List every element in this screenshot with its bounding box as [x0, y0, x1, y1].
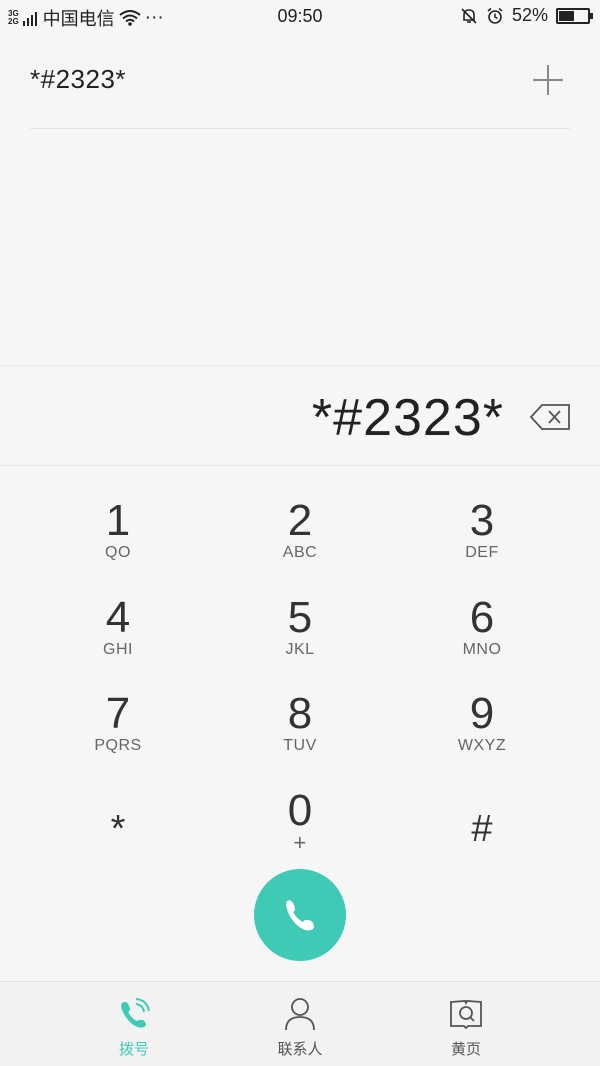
key-4[interactable]: 4 GHI	[28, 595, 208, 691]
phone-call-icon	[121, 998, 150, 1028]
key-digit: 9	[469, 689, 495, 738]
matched-number[interactable]: *#2323*	[30, 64, 126, 95]
key-7[interactable]: 7 PQRS	[28, 691, 208, 787]
nav-label-yellow-pages: 黄页	[450, 1041, 481, 1058]
book-search-icon	[450, 1000, 482, 1030]
key-8[interactable]: 8 TUV	[210, 691, 390, 787]
call-button[interactable]	[254, 869, 346, 961]
status-bar: 3G 2G 中国电信 ··· 09:50 52%	[0, 0, 600, 34]
key-letters: PQRS	[94, 737, 142, 754]
key-digit: 1	[105, 496, 131, 545]
key-digit: 4	[105, 593, 131, 642]
battery-level	[559, 10, 574, 21]
phone-icon	[286, 900, 314, 931]
dial-panel: *#2323*	[0, 365, 600, 465]
key-digit: 6	[469, 593, 495, 642]
key-digit: 5	[287, 593, 313, 642]
key-9[interactable]: 9 WXYZ	[392, 691, 572, 787]
header-divider	[30, 128, 570, 129]
key-star[interactable]: *	[28, 784, 208, 880]
mute-bell-icon	[461, 7, 477, 24]
status-right: 52%	[460, 5, 593, 26]
battery-percent: 52%	[511, 5, 548, 25]
backspace-icon	[529, 404, 570, 430]
key-digit: 3	[469, 496, 495, 545]
key-letters: JKL	[285, 641, 315, 658]
bottom-nav: 拨号 联系人 黄页	[0, 981, 600, 1066]
key-letters: GHI	[103, 641, 133, 658]
key-digit: *	[110, 808, 126, 850]
key-3[interactable]: 3 DEF	[392, 498, 572, 594]
plus-icon	[533, 65, 563, 95]
key-digit: #	[471, 808, 493, 850]
keypad-divider	[0, 465, 600, 466]
key-5[interactable]: 5 JKL	[210, 595, 390, 691]
alarm-icon	[487, 7, 503, 24]
key-hash[interactable]: #	[392, 784, 572, 880]
dial-number-display[interactable]: *#2323*	[312, 388, 504, 448]
key-letters: DEF	[465, 544, 499, 561]
key-digit: 2	[287, 496, 313, 545]
key-digit: 7	[105, 689, 131, 738]
key-letters: +	[293, 830, 307, 855]
person-icon	[285, 998, 315, 1031]
key-2[interactable]: 2 ABC	[210, 498, 390, 594]
voicemail-icon: QO	[105, 544, 131, 561]
key-letters: ABC	[282, 544, 318, 561]
key-digit: 0	[287, 786, 313, 835]
key-letters: WXYZ	[457, 737, 507, 754]
key-6[interactable]: 6 MNO	[392, 595, 572, 691]
key-letters: MNO	[462, 641, 502, 658]
key-1[interactable]: 1 QO	[28, 498, 208, 594]
backspace-button[interactable]	[528, 401, 572, 433]
key-digit: 8	[287, 689, 313, 738]
battery-icon	[556, 7, 593, 24]
add-contact-button[interactable]	[530, 62, 566, 98]
key-letters: TUV	[283, 737, 317, 754]
nav-tab-yellow-pages[interactable]: 黄页	[366, 982, 566, 1066]
